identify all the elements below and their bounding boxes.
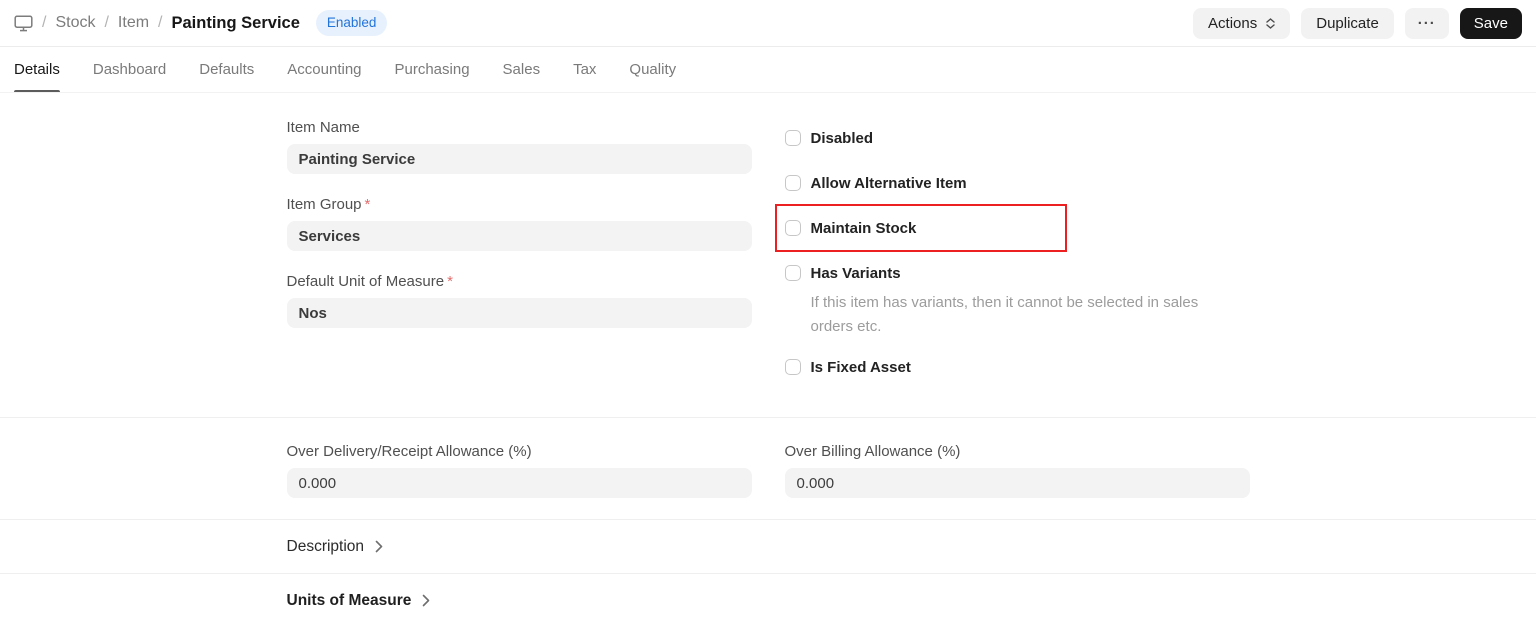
disabled-checkbox-label[interactable]: Disabled	[811, 130, 874, 147]
field-item-name: Item Name Painting Service	[287, 119, 752, 174]
checkbox-row-allow-alternative: Allow Alternative Item	[785, 168, 1250, 198]
field-default-uom: Default Unit of Measure* Nos	[287, 273, 752, 328]
maintain-stock-checkbox[interactable]	[785, 220, 801, 236]
section-allowances: Over Delivery/Receipt Allowance (%) 0.00…	[0, 418, 1536, 520]
item-name-label: Item Name	[287, 119, 752, 136]
default-uom-label-text: Default Unit of Measure	[287, 273, 445, 290]
over-delivery-input[interactable]: 0.000	[287, 468, 752, 498]
checkbox-row-has-variants: Has Variants	[785, 258, 1250, 288]
units-of-measure-section-label: Units of Measure	[287, 592, 412, 610]
breadcrumb-stock[interactable]: Stock	[55, 14, 95, 32]
maintain-stock-checkbox-label[interactable]: Maintain Stock	[811, 220, 917, 237]
chevron-updown-icon	[1266, 18, 1275, 29]
breadcrumb-separator: /	[42, 14, 46, 32]
section-basic-details: Item Name Painting Service Item Group* S…	[0, 93, 1536, 418]
status-badge: Enabled	[316, 10, 388, 36]
tab-tax[interactable]: Tax	[573, 47, 596, 92]
allow-alternative-item-checkbox-label[interactable]: Allow Alternative Item	[811, 175, 967, 192]
chevron-right-icon	[422, 594, 430, 607]
tab-defaults[interactable]: Defaults	[199, 47, 254, 92]
more-menu-button[interactable]: ···	[1405, 8, 1449, 39]
tab-quality[interactable]: Quality	[629, 47, 676, 92]
save-button[interactable]: Save	[1460, 8, 1522, 39]
field-over-billing: Over Billing Allowance (%) 0.000	[785, 443, 1250, 498]
required-marker: *	[447, 273, 453, 290]
breadcrumb-item[interactable]: Item	[118, 14, 149, 32]
units-of-measure-section-toggle[interactable]: Units of Measure	[287, 592, 431, 610]
monitor-icon[interactable]	[14, 15, 33, 32]
is-fixed-asset-checkbox-label[interactable]: Is Fixed Asset	[811, 359, 911, 376]
field-item-group: Item Group* Services	[287, 196, 752, 251]
breadcrumb: / Stock / Item / Painting Service Enable…	[14, 10, 387, 36]
section-units-of-measure: Units of Measure	[0, 574, 1536, 627]
checkbox-row-maintain-stock: Maintain Stock	[785, 213, 1250, 243]
right-column: Disabled Allow Alternative Item Maintain…	[785, 119, 1250, 397]
has-variants-checkbox[interactable]	[785, 265, 801, 281]
breadcrumb-separator: /	[104, 14, 108, 32]
duplicate-button[interactable]: Duplicate	[1301, 8, 1394, 39]
tab-details[interactable]: Details	[14, 47, 60, 92]
item-group-label-text: Item Group	[287, 196, 362, 213]
tab-bar: Details Dashboard Defaults Accounting Pu…	[0, 47, 1536, 93]
has-variants-checkbox-label[interactable]: Has Variants	[811, 265, 901, 282]
tab-sales[interactable]: Sales	[503, 47, 541, 92]
default-uom-label: Default Unit of Measure*	[287, 273, 752, 290]
has-variants-description: If this item has variants, then it canno…	[811, 291, 1236, 339]
description-section-toggle[interactable]: Description	[287, 538, 384, 556]
tab-accounting[interactable]: Accounting	[287, 47, 361, 92]
item-group-input[interactable]: Services	[287, 221, 752, 251]
field-over-delivery: Over Delivery/Receipt Allowance (%) 0.00…	[287, 443, 752, 498]
required-marker: *	[365, 196, 371, 213]
page-title: Painting Service	[172, 14, 300, 33]
checkbox-row-disabled: Disabled	[785, 123, 1250, 153]
allow-alternative-item-checkbox[interactable]	[785, 175, 801, 191]
is-fixed-asset-checkbox[interactable]	[785, 359, 801, 375]
description-section-label: Description	[287, 538, 365, 556]
chevron-right-icon	[375, 540, 383, 553]
header: / Stock / Item / Painting Service Enable…	[0, 0, 1536, 47]
item-group-label: Item Group*	[287, 196, 752, 213]
item-name-input[interactable]: Painting Service	[287, 144, 752, 174]
section-description: Description	[0, 520, 1536, 574]
checkbox-row-is-fixed-asset: Is Fixed Asset	[785, 352, 1250, 382]
header-actions: Actions Duplicate ··· Save	[1193, 8, 1522, 39]
over-delivery-label: Over Delivery/Receipt Allowance (%)	[287, 443, 752, 460]
tab-purchasing[interactable]: Purchasing	[395, 47, 470, 92]
actions-button-label: Actions	[1208, 15, 1257, 32]
default-uom-input[interactable]: Nos	[287, 298, 752, 328]
tab-dashboard[interactable]: Dashboard	[93, 47, 166, 92]
breadcrumb-separator: /	[158, 14, 162, 32]
left-column: Item Name Painting Service Item Group* S…	[287, 119, 752, 397]
actions-button[interactable]: Actions	[1193, 8, 1290, 39]
over-billing-label: Over Billing Allowance (%)	[785, 443, 1250, 460]
disabled-checkbox[interactable]	[785, 130, 801, 146]
over-billing-input[interactable]: 0.000	[785, 468, 1250, 498]
